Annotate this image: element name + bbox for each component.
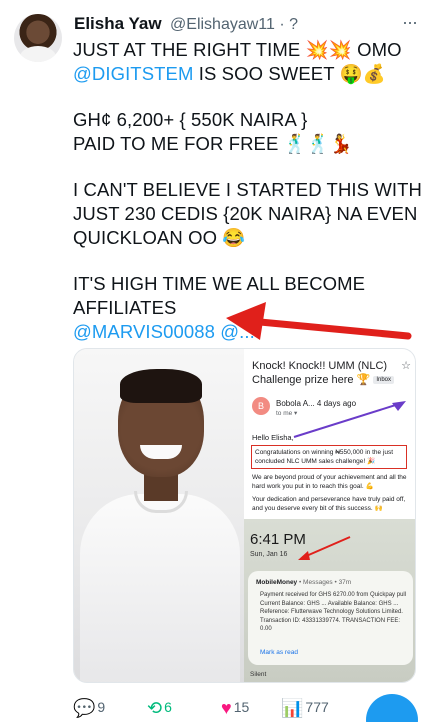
retweet-icon: ⟲: [147, 698, 163, 718]
email-subject: Knock! Knock!! UMM (NLC) Challenge prize…: [252, 359, 412, 387]
tweet-media[interactable]: Knock! Knock!! UMM (NLC) Challenge prize…: [73, 348, 416, 683]
like-button[interactable]: ♥ 15: [221, 698, 249, 719]
tweet-line-text: IS SOO SWEET 🤑💰: [193, 63, 386, 84]
tweet-text: JUST AT THE RIGHT TIME 💥💥 OMO @DIGITSTEM…: [73, 38, 423, 344]
email-paragraph: We are beyond proud of your achievement …: [252, 474, 407, 490]
author-avatar[interactable]: [14, 14, 62, 62]
views-button[interactable]: 📊 777: [281, 698, 329, 719]
silent-label: Silent: [250, 671, 267, 678]
notification-app-name: MobileMoney: [256, 579, 298, 586]
red-arrow-shaft: [256, 318, 412, 340]
reply-button[interactable]: 💬 9: [73, 698, 105, 719]
mobile-money-notification: MobileMoney • Messages • 37m Payment rec…: [248, 571, 413, 665]
author-name[interactable]: Elisha Yaw: [74, 14, 162, 33]
screenshot-collage[interactable]: Knock! Knock!! UMM (NLC) Challenge prize…: [244, 349, 415, 682]
compose-fab-button[interactable]: [366, 694, 418, 722]
tweet-line: @DIGITSTEM IS SOO SWEET 🤑💰: [73, 62, 418, 86]
tweet-line: GH¢ 6,200+ { 550K NAIRA }: [73, 109, 308, 130]
notification-app: MobileMoney • Messages • 37m: [256, 579, 351, 586]
more-options-icon[interactable]: ···: [402, 12, 418, 33]
notification-meta: • Messages • 37m: [297, 579, 352, 586]
sender-avatar: B: [252, 397, 270, 415]
retweet-button[interactable]: ⟲ 6: [147, 698, 172, 719]
lock-date: Sun, Jan 16: [250, 551, 288, 558]
tweet-line: JUST AT THE RIGHT TIME 💥💥 OMO: [73, 39, 402, 60]
email-paragraph: Your dedication and perseverance have tr…: [252, 496, 406, 512]
purple-arrow-annotation: [293, 401, 406, 438]
red-arrow-head: [226, 302, 266, 340]
tweet-line: I CAN'T BELIEVE I STARTED THIS WITH: [73, 179, 423, 200]
views-count: 777: [305, 699, 329, 715]
star-icon: ☆: [401, 360, 411, 372]
heart-icon: ♥: [221, 698, 232, 718]
like-count: 15: [233, 699, 250, 715]
views-icon: 📊: [281, 698, 304, 718]
mention-link[interactable]: @DIGITSTEM: [73, 63, 194, 84]
tweet-header: Elisha Yaw @Elishayaw11 · ?: [74, 14, 385, 36]
tweet-line: PAID TO ME FOR FREE 🕺🕺💃: [73, 133, 354, 154]
retweet-count: 6: [164, 699, 172, 715]
tweet-line: IT'S HIGH TIME WE ALL BECOME: [73, 273, 366, 294]
author-handle[interactable]: @Elishayaw11 · ?: [170, 16, 298, 33]
lock-screen: 6:41 PM Sun, Jan 16 MobileMoney • Messag…: [244, 519, 415, 682]
photo-hair: [120, 369, 202, 403]
avatar-shirt: [20, 46, 56, 62]
email-subject-text: Knock! Knock!! UMM (NLC) Challenge prize…: [252, 360, 388, 386]
photo-torso: [80, 494, 240, 682]
reply-count: 9: [97, 699, 106, 715]
reply-icon: 💬: [73, 698, 96, 718]
inbox-tag: Inbox: [373, 376, 395, 385]
email-highlight: Congratulations on winning ₦550,000 in t…: [251, 445, 407, 469]
tweet-line: JUST 230 CEDIS {20K NAIRA} NA EVEN: [73, 203, 418, 224]
red-arrow-annotation: [226, 302, 412, 340]
tweet-line: QUICKLOAN OO 😂: [73, 227, 246, 248]
notification-text: Payment received for GHS 6270.00 from Qu…: [260, 592, 407, 632]
email-greeting: Hello Elisha,: [252, 433, 294, 442]
mark-as-read-button: Mark as read: [260, 649, 298, 656]
red-arrow-annotation-small: [298, 536, 351, 560]
tweet-actions: 💬 9 ⟲ 6 ♥ 15 📊 777: [73, 694, 418, 722]
person-photo[interactable]: [74, 349, 244, 682]
